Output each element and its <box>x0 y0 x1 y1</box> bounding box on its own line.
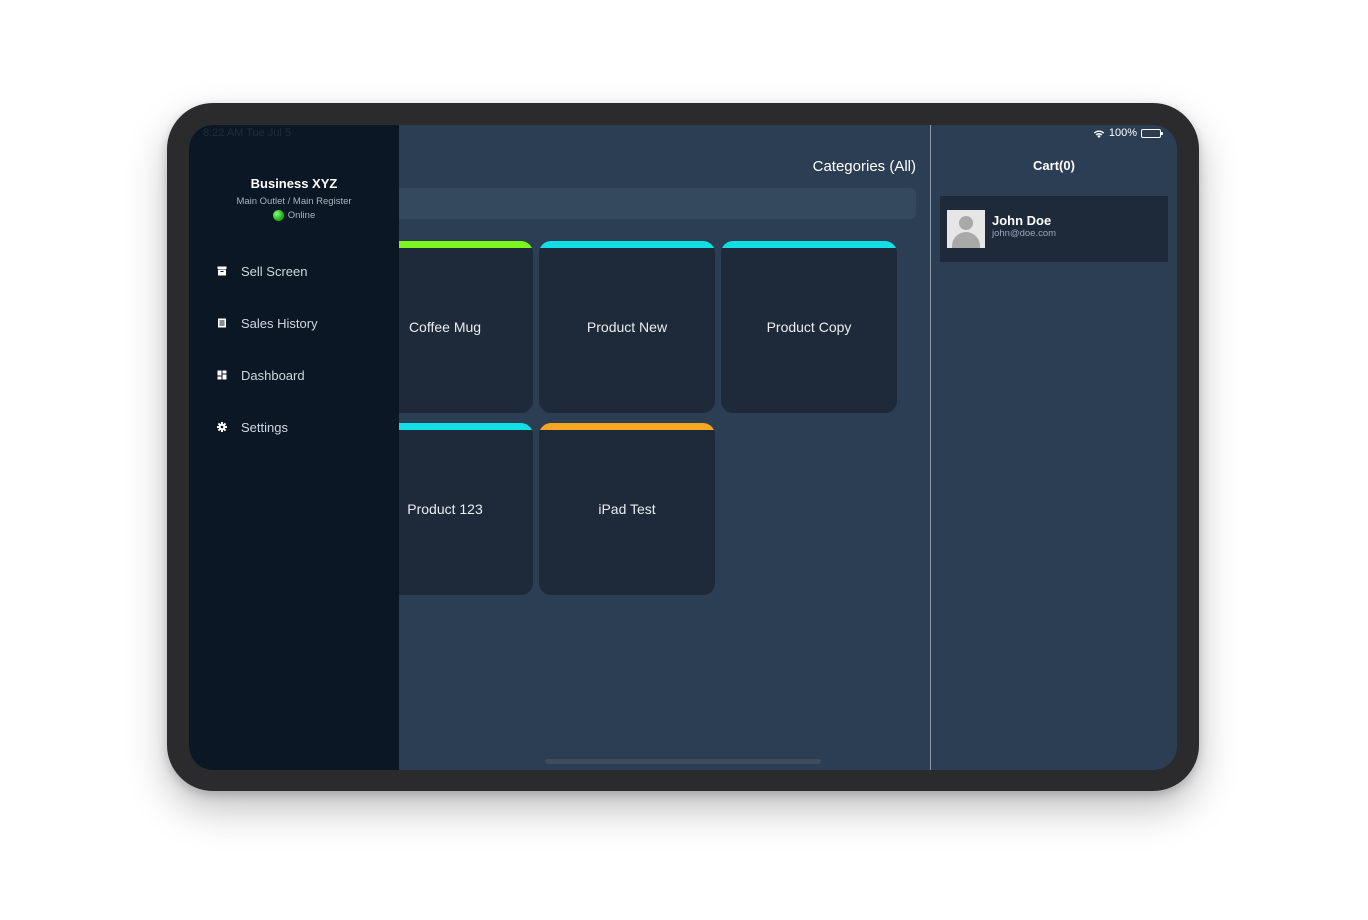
avatar <box>947 210 985 248</box>
list-icon <box>217 318 227 328</box>
home-indicator[interactable] <box>545 759 821 764</box>
product-color-bar <box>721 241 897 248</box>
sidebar-item-dashboard[interactable]: Dashboard <box>189 349 399 401</box>
sidebar-item-label: Dashboard <box>241 367 305 383</box>
status-time-date: 8:22 AM Tue Jul 5 <box>203 127 292 139</box>
sidebar-item-sell-screen[interactable]: Sell Screen <box>189 245 399 297</box>
connection-status-label: Online <box>287 210 316 221</box>
business-name: Business XYZ <box>250 176 338 191</box>
sidebar-item-label: Sales History <box>241 315 318 331</box>
product-color-bar <box>539 423 715 430</box>
customer-card[interactable]: John Doe john@doe.com <box>940 196 1168 262</box>
categories-filter[interactable]: Categories (All) <box>813 158 916 175</box>
outlet-register: Main Outlet / Main Register <box>236 196 352 207</box>
gear-icon <box>217 422 227 432</box>
register-icon <box>217 266 227 276</box>
product-name: Coffee Mug <box>408 319 482 335</box>
product-name: Product Copy <box>766 319 852 335</box>
battery-icon <box>1141 128 1163 138</box>
customer-name: John Doe <box>992 213 1052 228</box>
product-name: iPad Test <box>598 501 656 517</box>
sidebar: Business XYZ Main Outlet / Main Register… <box>189 125 399 770</box>
sidebar-item-label: Settings <box>241 419 288 435</box>
search-input[interactable] <box>399 188 916 219</box>
status-dot-icon <box>272 210 284 221</box>
sidebar-item-label: Sell Screen <box>241 263 308 279</box>
battery-percent: 100% <box>1108 127 1137 139</box>
dashboard-icon <box>217 370 227 380</box>
business-header: Business XYZ Main Outlet / Main Register… <box>189 176 399 221</box>
sidebar-item-sales-history[interactable]: Sales History <box>189 297 399 349</box>
screen: 8:22 AM Tue Jul 5 100% Categories (All) … <box>189 125 1177 770</box>
customer-info: John Doe john@doe.com <box>992 213 1057 239</box>
product-tile-ipad-test[interactable]: iPad Test <box>539 423 715 595</box>
product-name: Product New <box>586 319 668 335</box>
cart-panel: Cart(0) John Doe john@doe.com <box>931 125 1177 770</box>
product-tile-product-new[interactable]: Product New <box>539 241 715 413</box>
product-tile-product-copy[interactable]: Product Copy <box>721 241 897 413</box>
product-color-bar <box>539 241 715 248</box>
wifi-icon <box>1093 129 1105 138</box>
sidebar-nav: Sell Screen Sales History Dashboard Sett… <box>189 245 399 453</box>
connection-status: Online <box>189 210 399 221</box>
sidebar-item-settings[interactable]: Settings <box>189 401 399 453</box>
status-indicators: 100% <box>1093 127 1163 139</box>
ipad-frame: 8:22 AM Tue Jul 5 100% Categories (All) … <box>167 103 1199 791</box>
product-name: Product 123 <box>407 501 483 517</box>
cart-title: Cart(0) <box>1033 158 1075 173</box>
product-area: Categories (All) Coffee Mug Product New … <box>357 125 930 770</box>
customer-email: john@doe.com <box>992 228 1057 239</box>
